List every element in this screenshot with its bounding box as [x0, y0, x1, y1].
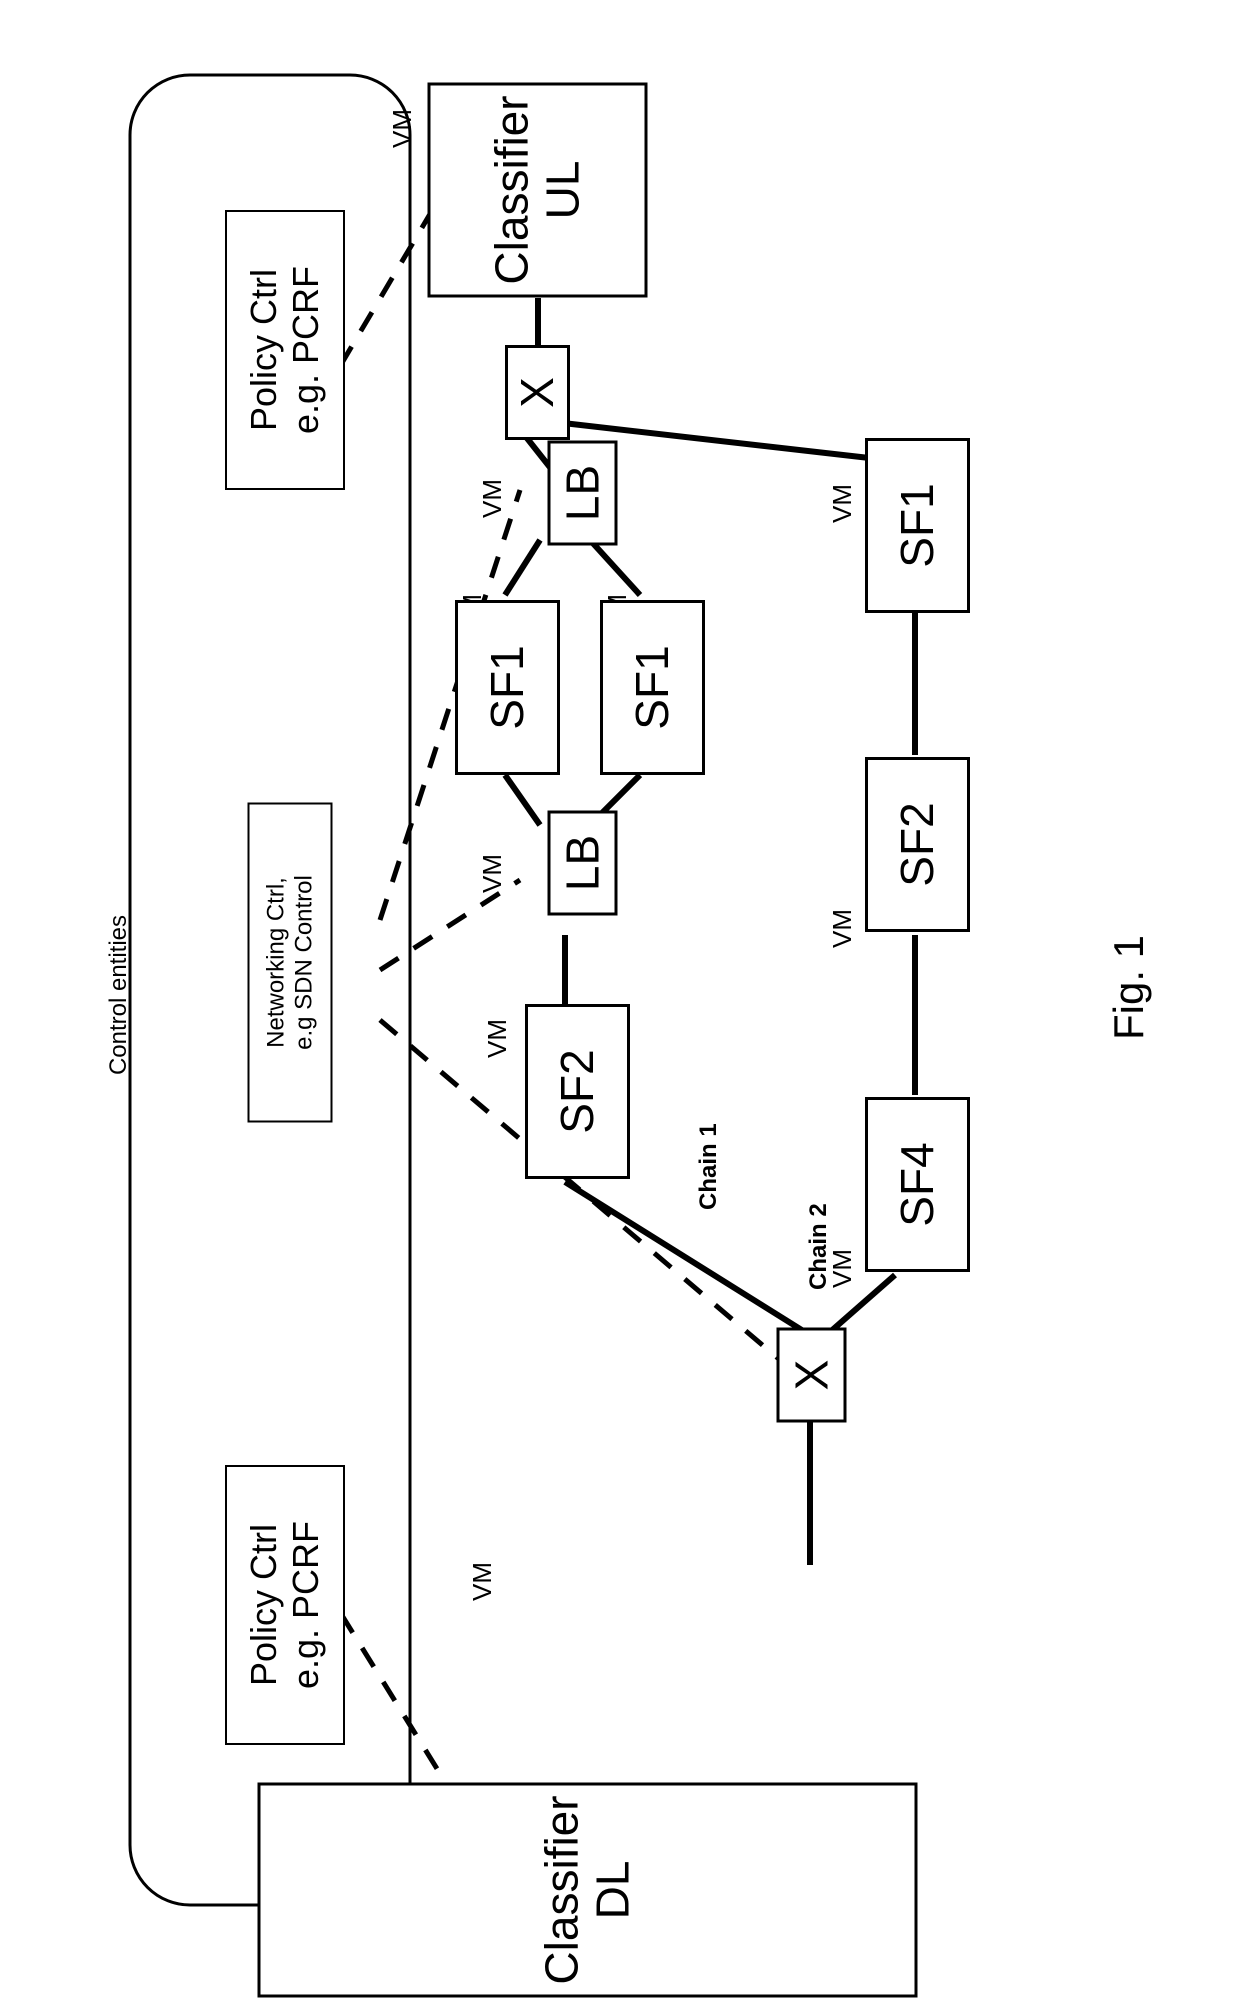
policy-ctrl-left-text: Policy Ctrl e.g. PCRF — [243, 266, 327, 434]
figure-label: Fig. 1 — [1105, 890, 1155, 1040]
policy-ctrl-right-box: Policy Ctrl e.g. PCRF — [225, 1465, 345, 1745]
chain2-sf4-text: SF4 — [892, 1142, 943, 1226]
control-entities-label: Control entities — [105, 865, 135, 1125]
chain2-sf4-box: SF4 — [865, 1097, 970, 1272]
chain1-sf2-box: SF2 — [525, 1004, 630, 1179]
policy-ctrl-left-box: Policy Ctrl e.g. PCRF — [225, 210, 345, 490]
chain2-sf1-text: SF1 — [892, 483, 943, 567]
classifier-dl-vm: VM — [467, 1541, 493, 1601]
chain2-sf2-text: SF2 — [892, 802, 943, 886]
lb1-vm: VM — [477, 458, 503, 518]
switch-left: X — [505, 345, 570, 440]
networking-ctrl-box: Networking Ctrl, e.g SDN Control — [248, 803, 333, 1123]
chain2-sf1-box: SF1 — [865, 438, 970, 613]
chain2-sf2-vm: VM — [827, 888, 853, 948]
switch-right: X — [777, 1328, 847, 1423]
policy-ctrl-right-text: Policy Ctrl e.g. PCRF — [243, 1521, 327, 1689]
control-vm-label: VM — [387, 88, 413, 148]
chain2-sf4-vm: VM — [827, 1228, 853, 1288]
lb1-box: LB — [548, 441, 618, 546]
chain1-sf2-text: SF2 — [552, 1049, 603, 1133]
lb2-text: LB — [557, 835, 608, 891]
switch-left-text: X — [512, 377, 563, 408]
classifier-ul-box: Classifier UL — [428, 83, 648, 298]
lb2-box: LB — [548, 811, 618, 916]
classifier-dl-text: Classifier DL — [537, 1795, 638, 1984]
sf1b-text: SF1 — [627, 645, 678, 729]
lb1-text: LB — [557, 465, 608, 521]
chain1-sf2-vm: VM — [482, 998, 508, 1058]
classifier-dl-box: Classifier DL — [258, 1783, 918, 1998]
sf1b-box: SF1 — [600, 600, 705, 775]
chain2-sf2-box: SF2 — [865, 757, 970, 932]
networking-ctrl-text: Networking Ctrl, e.g SDN Control — [262, 875, 318, 1050]
switch-right-text: X — [786, 1360, 837, 1391]
classifier-ul-text: Classifier UL — [487, 95, 588, 284]
lb2-vm: VM — [477, 833, 503, 893]
chain2-sf1-vm: VM — [827, 463, 853, 523]
chain1-label: Chain 1 — [695, 1090, 725, 1210]
sf1a-text: SF1 — [482, 645, 533, 729]
sf1a-box: SF1 — [455, 600, 560, 775]
